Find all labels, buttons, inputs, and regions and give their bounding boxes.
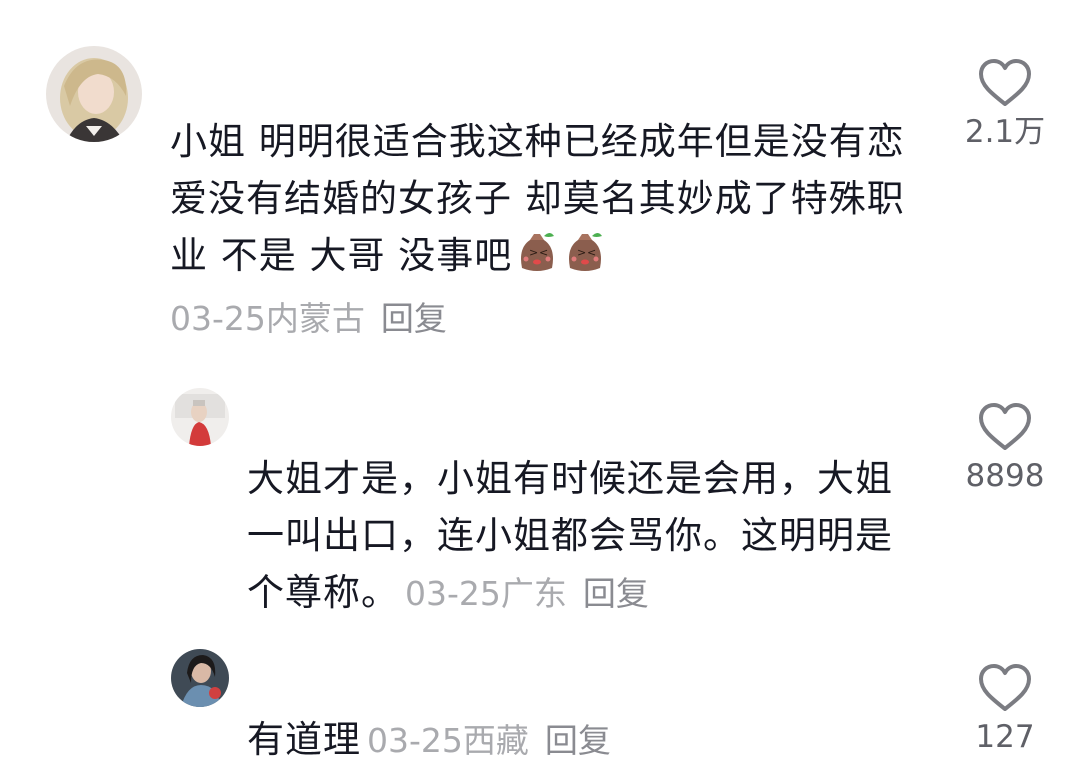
like-count: 2.1万 (964, 114, 1046, 150)
comment-meta: 03-25广东 回复 (405, 574, 649, 613)
like-button[interactable]: 2.1万 (955, 58, 1055, 150)
like-button[interactable]: 8898 (955, 402, 1055, 494)
comment-location: 西藏 (462, 721, 529, 760)
like-count: 127 (975, 719, 1035, 755)
svg-text:>: > (577, 246, 587, 259)
svg-text:>: > (529, 246, 539, 259)
heart-outline-icon (979, 664, 1031, 711)
heart-outline-icon (979, 59, 1031, 106)
comment-meta: 03-25西藏 回复 (367, 721, 611, 760)
like-count: 8898 (965, 458, 1045, 494)
comment-date: 03-25 (405, 574, 501, 613)
comment-meta: 03-25内蒙古 回复 (170, 293, 447, 345)
avatar[interactable] (171, 388, 229, 446)
comment-text: 大姐才是，小姐有时候还是会用，大姐一叫出口，连小姐都会骂你。这明明是个尊称。 03… (247, 450, 927, 622)
reply-button[interactable]: 回复 (381, 299, 447, 338)
avatar[interactable] (46, 46, 142, 142)
avatar[interactable] (171, 649, 229, 707)
embarrassed-bag-emoji: > < (514, 228, 560, 274)
comment-date: 03-25 (367, 721, 463, 760)
embarrassed-bag-emoji: > < (562, 228, 608, 274)
comment-date: 03-25 (170, 299, 266, 338)
comment-text: 有道理 03-25西藏 回复 (247, 711, 927, 769)
comment-text: 小姐 明明很适合我这种已经成年但是没有恋爱没有结婚的女孩子 却莫名其妙成了特殊职… (170, 113, 930, 284)
heart-outline-icon (979, 403, 1031, 450)
reply-button[interactable]: 回复 (583, 574, 649, 613)
like-button[interactable]: 127 (955, 663, 1055, 755)
reply-button[interactable]: 回复 (545, 721, 611, 760)
comment-body: 有道理 (247, 718, 361, 761)
comment-location: 内蒙古 (265, 299, 365, 338)
comment-location: 广东 (500, 574, 567, 613)
